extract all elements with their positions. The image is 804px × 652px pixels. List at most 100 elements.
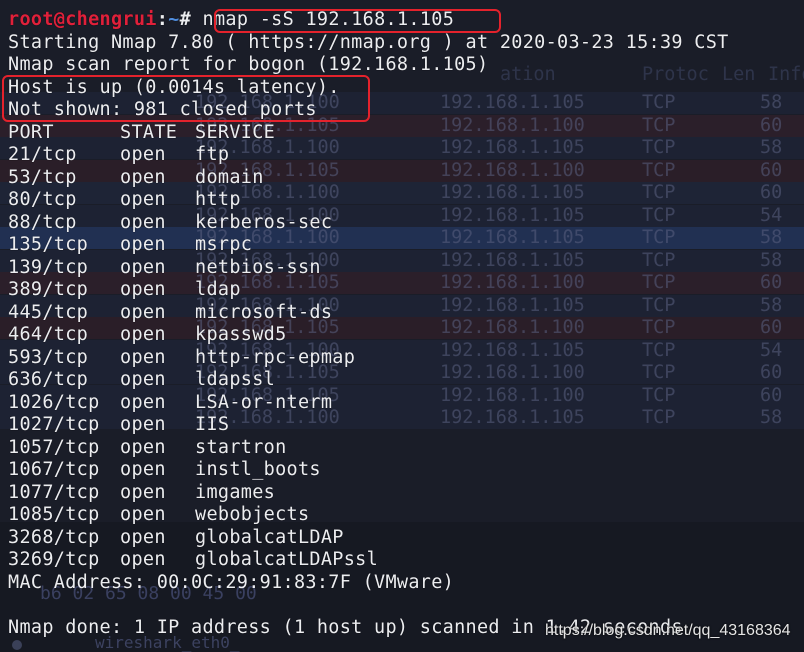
service-cell: netbios-ssn	[195, 256, 321, 278]
background-cell: 192.168.1.105	[440, 227, 585, 248]
background-cell: 60	[760, 362, 783, 383]
service-cell: globalcatLDAP	[195, 526, 344, 548]
state-cell: open	[120, 234, 166, 255]
background-cell: 192.168.1.100	[440, 159, 585, 181]
background-header-col: ation	[500, 64, 556, 85]
background-header-col: Len	[722, 64, 756, 85]
background-cell: 58	[760, 249, 783, 271]
background-cell: 192.168.1.100	[440, 114, 585, 136]
background-cell: 192.168.1.100	[440, 362, 585, 383]
port-row: 1077/tcp open imgames	[8, 482, 428, 505]
background-cell: TCP	[642, 227, 676, 248]
port-cell: 21/tcp	[8, 144, 77, 165]
scan-report-line: Nmap scan report for bogon (192.168.1.10…	[8, 54, 489, 75]
port-row: 464/tcp open kpasswd5	[8, 324, 428, 347]
nmap-start-line: Starting Nmap 7.80 ( https://nmap.org ) …	[8, 31, 729, 53]
column-header-service: SERVICE	[195, 121, 276, 143]
service-cell: instl_boots	[195, 459, 321, 480]
port-cell: 3269/tcp	[8, 549, 100, 570]
port-row: 3269/tcp open globalcatLDAPssl	[8, 549, 428, 572]
port-cell: 593/tcp	[8, 346, 89, 368]
background-cell: TCP	[642, 384, 676, 406]
background-cell: TCP	[642, 272, 676, 293]
service-cell: ldap	[195, 279, 241, 300]
mac-address-line: MAC Address: 00:0C:29:91:83:7F (VMware)	[8, 571, 455, 593]
service-cell: domain	[195, 166, 264, 188]
column-header-state: STATE	[120, 121, 178, 143]
service-cell: kpasswd5	[195, 324, 287, 345]
column-header-port: PORT	[8, 121, 54, 143]
background-cell: 58	[760, 407, 783, 428]
background-cell: 54	[760, 204, 783, 226]
background-cell: 192.168.1.105	[440, 407, 585, 428]
state-cell: open	[120, 459, 166, 480]
background-cell: TCP	[642, 92, 676, 113]
background-cell: 192.168.1.105	[440, 339, 585, 361]
background-cell: 192.168.1.105	[440, 92, 585, 113]
service-cell: webobjects	[195, 504, 310, 525]
background-cell: TCP	[642, 182, 676, 203]
background-cell: TCP	[642, 159, 676, 181]
state-cell: open	[120, 324, 166, 345]
port-cell: 445/tcp	[8, 301, 89, 323]
prompt-path: ~	[168, 9, 180, 30]
state-cell: open	[120, 549, 166, 570]
background-cell: 60	[760, 272, 783, 293]
state-cell: open	[120, 279, 166, 300]
command-highlight-box	[214, 9, 501, 33]
background-cell: TCP	[642, 407, 676, 428]
background-cell: TCP	[642, 114, 676, 136]
port-row: 80/tcp open http	[8, 189, 428, 212]
state-cell: open	[120, 189, 166, 210]
background-cell: TCP	[642, 137, 676, 158]
state-cell: open	[120, 166, 166, 188]
port-row: 1027/tcp open IIS	[8, 414, 428, 437]
background-cell: 60	[760, 384, 783, 406]
background-cell: 58	[760, 227, 783, 248]
port-row: 88/tcp open kerberos-sec	[8, 212, 428, 235]
service-cell: msrpc	[195, 234, 253, 255]
port-row: 1085/tcp open webobjects	[8, 504, 428, 527]
terminal-window[interactable]: 192.168.1.100 192.168.1.105 TCP 58 192.168.1…	[0, 0, 804, 652]
background-cell: 60	[760, 182, 783, 203]
port-row: 53/tcp open domain	[8, 167, 428, 190]
port-cell: 3268/tcp	[8, 526, 100, 548]
port-row: 1067/tcp open instl_boots	[8, 459, 428, 482]
service-cell: microsoft-ds	[195, 301, 333, 323]
state-cell: open	[120, 369, 166, 390]
background-cell: 192.168.1.105	[440, 249, 585, 271]
watermark-text: https://blog.csdn.net/qq_43168364	[545, 622, 791, 639]
background-cell: 192.168.1.105	[440, 137, 585, 158]
background-cell: 192.168.1.100	[440, 384, 585, 406]
background-cell: TCP	[642, 294, 676, 316]
service-cell: IIS	[195, 414, 230, 435]
port-cell: 1057/tcp	[8, 436, 100, 458]
host-status-highlight-box	[2, 75, 370, 122]
port-cell: 1026/tcp	[8, 391, 100, 413]
port-cell: 88/tcp	[8, 211, 77, 233]
state-cell: open	[120, 481, 166, 503]
port-cell: 139/tcp	[8, 256, 89, 278]
state-cell: open	[120, 526, 166, 548]
background-cell: 60	[760, 159, 783, 181]
port-cell: 53/tcp	[8, 166, 77, 188]
port-cell: 464/tcp	[8, 324, 89, 345]
port-row: 445/tcp open microsoft-ds	[8, 302, 428, 325]
state-cell: open	[120, 391, 166, 413]
service-cell: kerberos-sec	[195, 211, 333, 233]
port-row: 1026/tcp open LSA-or-nterm	[8, 392, 428, 415]
port-cell: 1085/tcp	[8, 504, 100, 525]
background-header-col: Protoc	[642, 64, 709, 85]
prompt-separator: :	[156, 9, 169, 30]
service-cell: ldapssl	[195, 369, 276, 390]
background-cell: TCP	[642, 339, 676, 361]
background-cell: 58	[760, 294, 783, 316]
background-cell: 192.168.1.105	[440, 204, 585, 226]
background-cell: TCP	[642, 204, 676, 226]
port-row: 593/tcp open http-rpc-epmap	[8, 347, 428, 370]
state-cell: open	[120, 504, 166, 525]
service-cell: imgames	[195, 481, 276, 503]
state-cell: open	[120, 346, 166, 368]
background-cell: 192.168.1.100	[440, 272, 585, 293]
port-table-header: PORT STATE SERVICE	[8, 122, 428, 145]
